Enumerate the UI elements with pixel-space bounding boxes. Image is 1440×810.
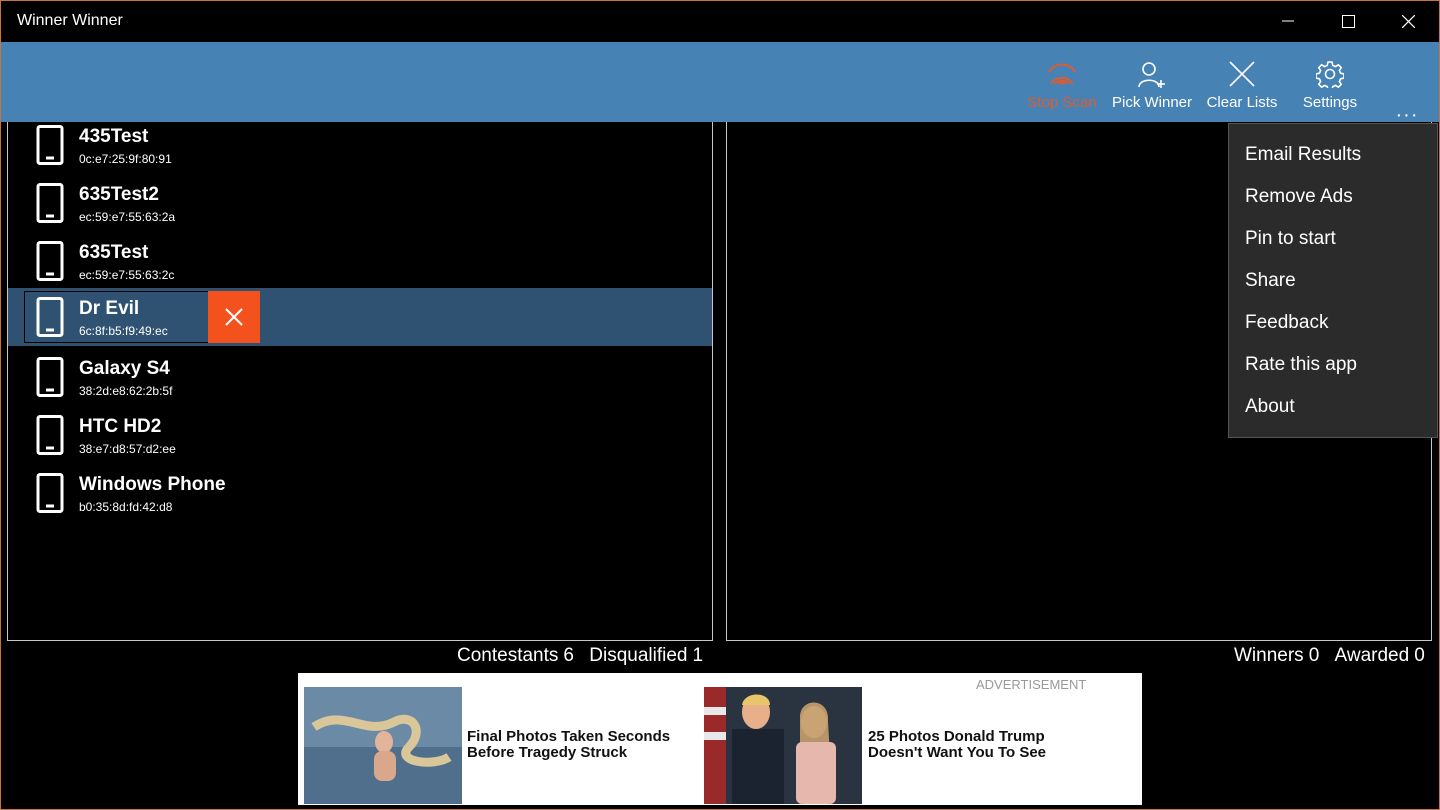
device-row[interactable]: Galaxy S4 38:2d:e8:62:2b:5f — [8, 348, 712, 406]
clear-lists-label: Clear Lists — [1206, 94, 1278, 111]
menu-item-pin-to-start[interactable]: Pin to start — [1229, 218, 1437, 260]
winners-label: Winners — [1234, 645, 1304, 666]
maximize-icon — [1341, 14, 1355, 28]
ad-text-1[interactable]: Final Photos Taken Seconds Before Traged… — [467, 729, 697, 761]
contestant-stats: Contestants 6 Disqualified 1 — [457, 645, 703, 667]
settings-button[interactable]: Settings — [1298, 42, 1362, 122]
winners-count: 0 — [1308, 645, 1320, 666]
device-row[interactable]: Windows Phone b0:35:8d:fd:42:d8 — [8, 464, 712, 522]
device-row[interactable]: Dr Evil 6c:8f:b5:f9:49:ec — [8, 288, 712, 346]
pick-winner-label: Pick Winner — [1111, 94, 1193, 111]
menu-item-share[interactable]: Share — [1229, 260, 1437, 302]
device-name: Galaxy S4 — [79, 358, 170, 379]
device-mac: 38:e7:d8:57:d2:ee — [79, 442, 176, 456]
device-name: Dr Evil — [79, 298, 140, 319]
device-name: 635Test — [79, 242, 149, 263]
menu-item-about[interactable]: About — [1229, 386, 1437, 428]
scan-icon — [1048, 63, 1076, 85]
device-mac: ec:59:e7:55:63:2a — [79, 210, 176, 224]
ad-image-2[interactable] — [704, 687, 862, 804]
device-mac: b0:35:8d:fd:42:d8 — [79, 500, 173, 514]
gear-icon — [1316, 61, 1344, 88]
menu-item-rate-this-app[interactable]: Rate this app — [1229, 344, 1437, 386]
clear-icon — [1229, 61, 1255, 87]
device-mac: 38:2d:e8:62:2b:5f — [79, 384, 173, 398]
device-row[interactable]: 435Test 0c:e7:25:9f:80:91 — [8, 122, 712, 174]
phone-icon — [36, 183, 64, 223]
window-title: Winner Winner — [17, 12, 123, 29]
phone-icon — [36, 241, 64, 281]
menu-item-feedback[interactable]: Feedback — [1229, 302, 1437, 344]
awarded-count: 0 — [1414, 645, 1425, 666]
device-name: 635Test2 — [79, 184, 159, 205]
phone-icon — [36, 297, 64, 337]
advertisement-banner[interactable]: ADVERTISEMENT Final Photos Taken Seconds… — [298, 673, 1142, 805]
device-name: HTC HD2 — [79, 416, 162, 437]
menu-item-remove-ads[interactable]: Remove Ads — [1229, 176, 1437, 218]
title-bar: Winner Winner — [0, 0, 1440, 42]
device-name: Windows Phone — [79, 474, 226, 495]
phone-icon — [36, 473, 64, 513]
command-bar: Stop Scan Pick Winner Clear Lists Settin… — [0, 42, 1440, 126]
winner-stats: Winners 0 Awarded 0 — [1234, 645, 1425, 667]
maximize-button[interactable] — [1318, 0, 1378, 42]
phone-icon — [36, 415, 64, 455]
clear-lists-button[interactable]: Clear Lists — [1204, 42, 1280, 122]
device-mac: 0c:e7:25:9f:80:91 — [79, 152, 172, 166]
menu-item-email-results[interactable]: Email Results — [1229, 134, 1437, 176]
ad-label: ADVERTISEMENT — [976, 677, 1087, 692]
contestants-panel: 435Test 0c:e7:25:9f:80:91 635Test2 ec:59:e7… — [7, 122, 713, 641]
more-menu: Email Results Remove Ads Pin to start Sh… — [1228, 123, 1438, 438]
close-window-button[interactable] — [1378, 0, 1438, 42]
add-person-icon — [1138, 62, 1165, 88]
minimize-icon — [1282, 20, 1294, 22]
close-icon — [225, 308, 243, 326]
minimize-button[interactable] — [1258, 0, 1318, 42]
ad-text-2[interactable]: 25 Photos Donald Trump Doesn't Want You … — [868, 729, 1098, 761]
settings-label: Settings — [1302, 94, 1358, 111]
stop-scan-button[interactable]: Stop Scan — [1027, 42, 1097, 122]
ad-photo-people-icon — [704, 687, 862, 804]
disqualified-label: Disqualified — [589, 645, 688, 666]
phone-icon — [36, 125, 64, 165]
contestants-label: Contestants — [457, 645, 559, 666]
ad-photo-snake-icon — [304, 687, 462, 804]
device-mac: ec:59:e7:55:63:2c — [79, 268, 175, 282]
phone-icon — [36, 357, 64, 397]
ad-image-1[interactable] — [304, 687, 462, 804]
device-row[interactable]: 635Test ec:59:e7:55:63:2c — [8, 232, 712, 290]
stop-scan-label: Stop Scan — [1027, 94, 1097, 111]
close-icon — [1401, 14, 1415, 28]
disqualified-count: 1 — [692, 645, 704, 666]
device-mac: 6c:8f:b5:f9:49:ec — [79, 324, 168, 338]
device-row[interactable]: HTC HD2 38:e7:d8:57:d2:ee — [8, 406, 712, 464]
disqualify-button[interactable] — [208, 291, 260, 343]
pick-winner-button[interactable]: Pick Winner — [1110, 42, 1194, 122]
contestants-count: 6 — [563, 645, 574, 666]
awarded-label: Awarded — [1334, 645, 1410, 666]
device-row[interactable]: 635Test2 ec:59:e7:55:63:2a — [8, 174, 712, 232]
device-name: 435Test — [79, 126, 149, 147]
